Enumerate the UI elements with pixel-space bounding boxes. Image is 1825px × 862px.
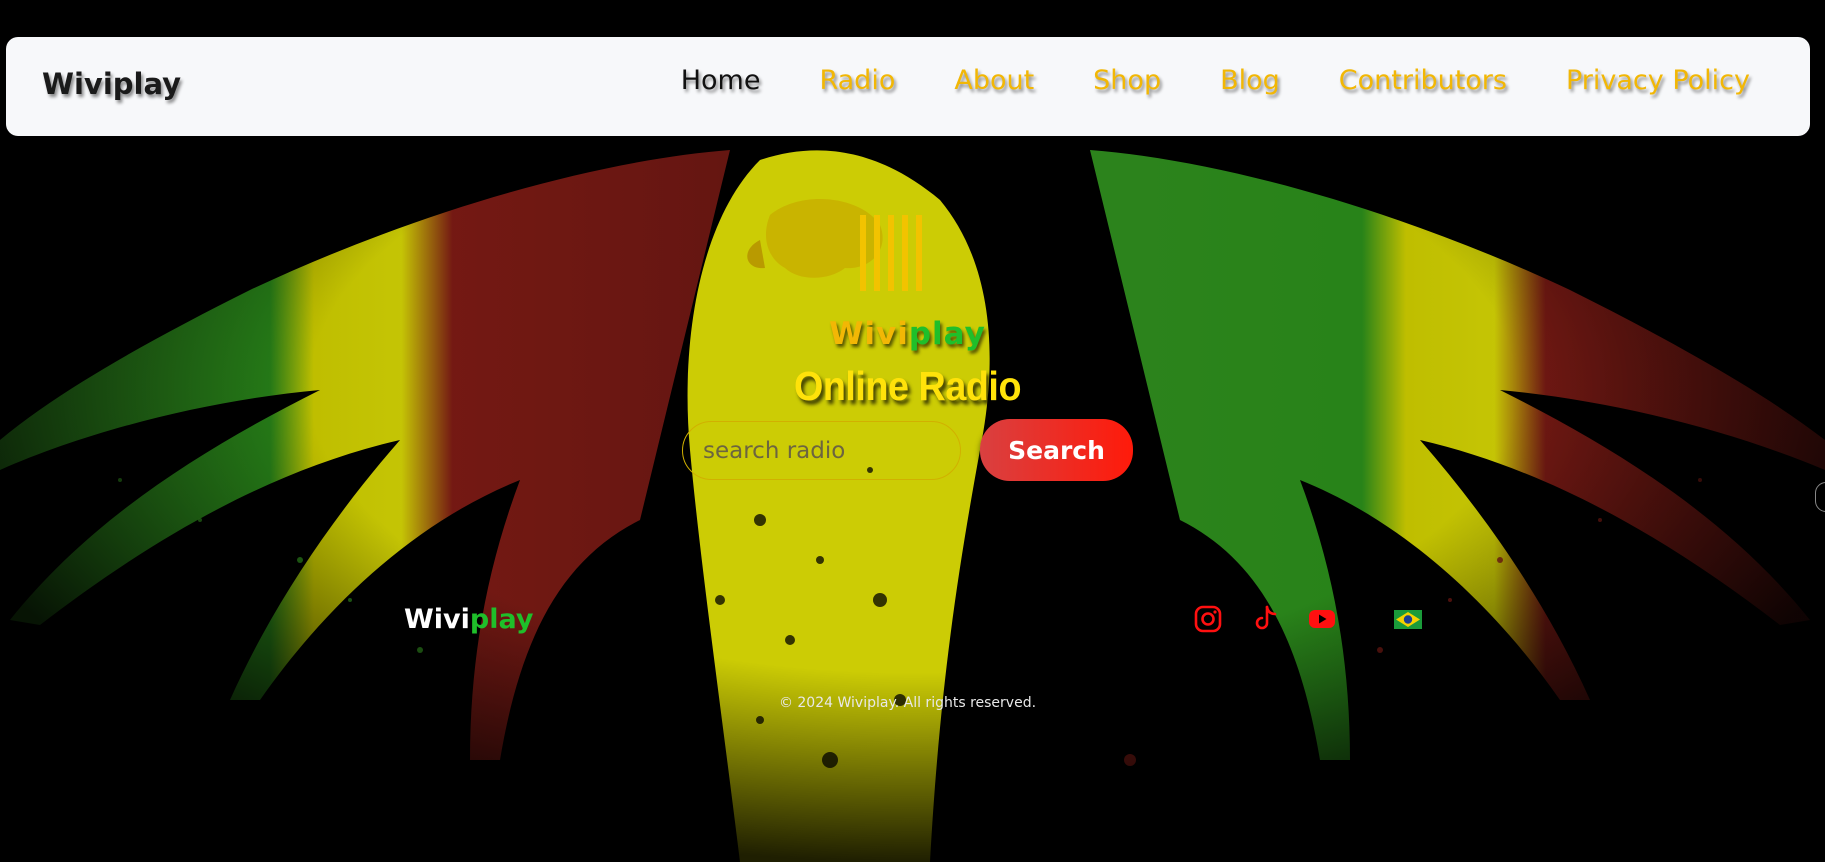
hero-title: Online Radio <box>793 363 1022 409</box>
search-button[interactable]: Search <box>980 419 1133 481</box>
social-links <box>1193 604 1422 634</box>
footer-brand-part2: play <box>469 604 534 635</box>
main-nav: Home Radio About Shop Blog Contributors … <box>622 65 1750 96</box>
hero-brand-part2: play <box>908 316 986 352</box>
bars-logo-icon <box>860 215 922 291</box>
youtube-icon[interactable] <box>1307 604 1337 634</box>
brazil-flag-icon[interactable] <box>1394 609 1422 629</box>
footer-brand-part1: Wivi <box>404 604 470 635</box>
nav-radio[interactable]: Radio <box>819 65 895 96</box>
nav-blog[interactable]: Blog <box>1220 65 1280 96</box>
copyright-text: © 2024 Wiviplay. All rights reserved. <box>778 695 1037 711</box>
nav-contributors[interactable]: Contributors <box>1339 65 1507 96</box>
navbar: Wiviplay Home Radio About Shop Blog Cont… <box>6 37 1810 136</box>
nav-home[interactable]: Home <box>681 65 761 96</box>
hero-brand: Wiviplay <box>0 316 1815 352</box>
tiktok-icon[interactable] <box>1250 604 1280 634</box>
instagram-icon[interactable] <box>1193 604 1223 634</box>
nav-privacy-policy[interactable]: Privacy Policy <box>1566 65 1750 96</box>
search-input[interactable] <box>682 421 961 480</box>
nav-about[interactable]: About <box>954 65 1034 96</box>
footer-brand[interactable]: Wiviplay <box>404 604 533 635</box>
scroll-edge-indicator[interactable] <box>1815 482 1825 512</box>
hero-brand-part1: Wivi <box>829 316 909 352</box>
navbar-brand[interactable]: Wiviplay <box>42 67 181 101</box>
nav-shop[interactable]: Shop <box>1093 65 1161 96</box>
